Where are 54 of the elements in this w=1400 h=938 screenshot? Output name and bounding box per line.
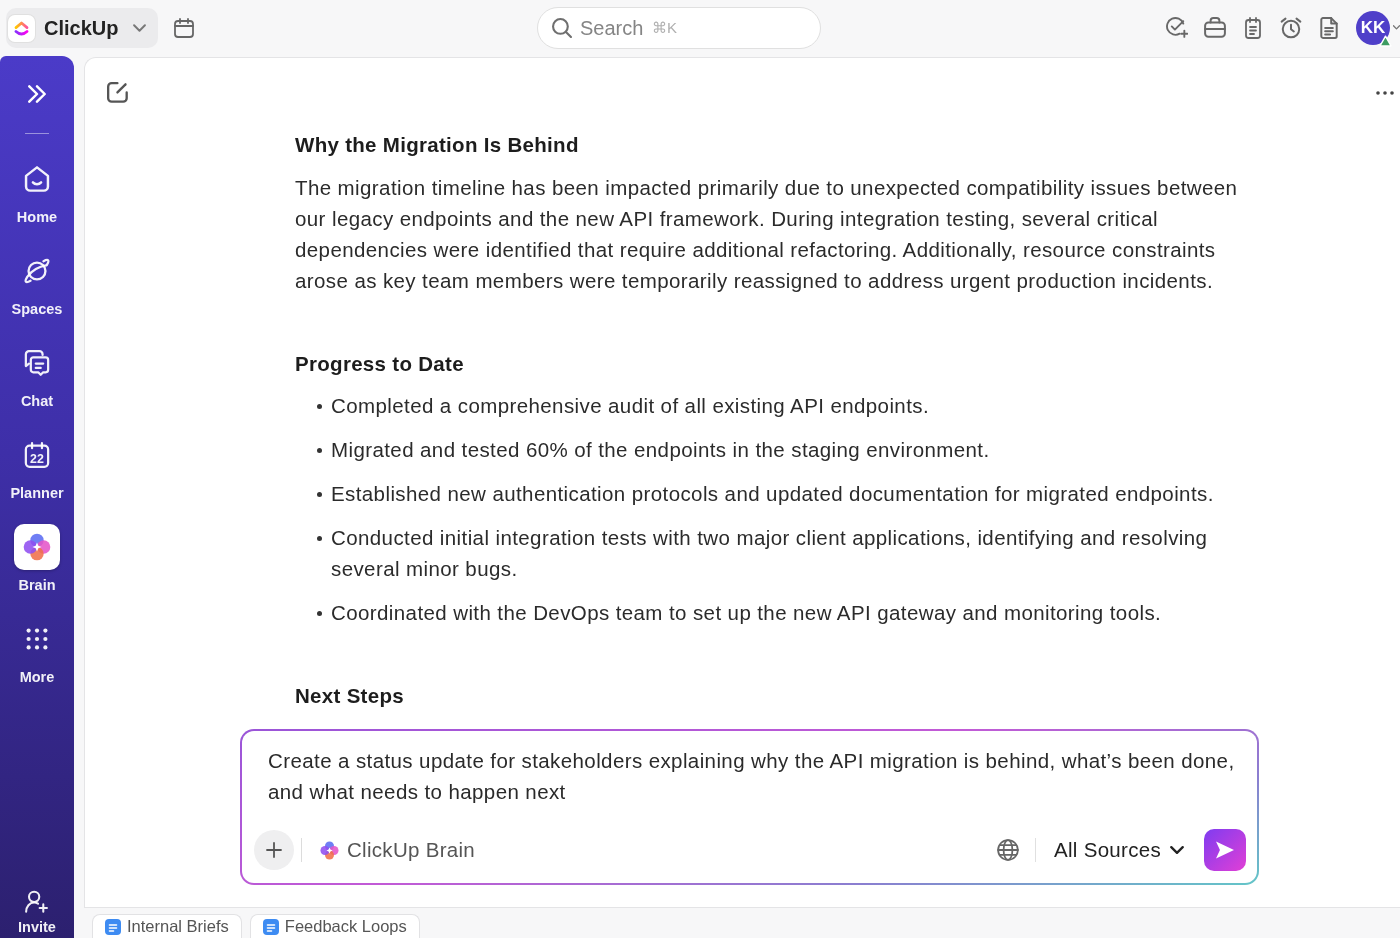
- list-item: Conducted initial integration tests with two major client applications, identifying and resolving several minor bugs.: [331, 525, 1209, 582]
- chevron-down-icon: [1170, 846, 1184, 854]
- section-heading: Why the Migration Is Behind: [295, 132, 580, 158]
- plus-icon: [266, 842, 282, 858]
- sources-dropdown[interactable]: All Sources: [1054, 834, 1184, 866]
- calendar-icon: 22: [24, 442, 50, 468]
- check-plus-icon[interactable]: [1166, 17, 1188, 39]
- doc-tab[interactable]: Internal Briefs: [92, 914, 242, 938]
- sidebar-item[interactable]: Brain: [0, 524, 74, 594]
- double-chevron-icon[interactable]: [27, 85, 47, 103]
- globe-icon[interactable]: [997, 839, 1019, 861]
- chevron-down-icon: [133, 24, 147, 32]
- add-person-icon: [25, 889, 49, 915]
- bullet-icon: [317, 536, 322, 541]
- doc-tab[interactable]: Feedback Loops: [249, 914, 420, 938]
- user-avatar[interactable]: KK: [1356, 11, 1390, 45]
- edit-icon[interactable]: [107, 82, 129, 104]
- section-heading: Next Steps: [295, 683, 405, 709]
- alarm-clock-icon[interactable]: [1280, 17, 1302, 39]
- invite-button[interactable]: Invite: [0, 889, 74, 938]
- app-logo-icon: [8, 14, 35, 42]
- bullet-icon: [317, 448, 322, 453]
- add-button[interactable]: [254, 830, 294, 870]
- list-item: Coordinated with the DevOps team to set up the new API gateway and monitoring tools.: [331, 600, 1162, 626]
- sidebar-item[interactable]: Chat: [0, 340, 74, 410]
- send-icon: [1215, 841, 1235, 859]
- search-field[interactable]: Search: [580, 13, 648, 43]
- chevron-down-icon[interactable]: [1393, 25, 1400, 31]
- list-item: Migrated and tested 60% of the endpoints in the staging environment.: [331, 437, 990, 463]
- paragraph: The migration timeline has been impacted primarily due to unexpected compatibility issues between our legacy endpoints and the new API framework. During integration testing, several critical dependencies were identified that require additional refactoring. Additionally, resource constraints arose as key team members were temporarily reassigned to address urgent production incidents.: [295, 175, 1239, 294]
- briefcase-icon[interactable]: [1204, 17, 1226, 39]
- bullet-icon: [317, 404, 322, 409]
- section-heading: Progress to Date: [295, 351, 465, 377]
- prompt-input[interactable]: Create a status update for stakeholders explaining why the API migration is behind, what’s been done, and what needs to happen next: [254, 745, 1246, 807]
- flower-logo-icon: [320, 840, 339, 860]
- document-icon: [105, 918, 121, 935]
- notepad-icon[interactable]: [1242, 17, 1264, 39]
- send-button[interactable]: [1204, 829, 1246, 871]
- document-icon[interactable]: [1318, 17, 1340, 39]
- list-item: Established new authentication protocols and updated documentation for migrated endpoints.: [331, 481, 1214, 507]
- sidebar-item[interactable]: 22 Planner: [0, 432, 74, 502]
- model-selector[interactable]: ClickUp Brain: [320, 834, 476, 866]
- more-options-icon[interactable]: [1376, 91, 1394, 95]
- sidebar-item[interactable]: More: [0, 616, 74, 686]
- calendar-icon[interactable]: [174, 18, 195, 38]
- search-icon: [552, 18, 572, 38]
- workspace-switcher[interactable]: ClickUp: [6, 8, 159, 48]
- keyboard-shortcut: ⌘K: [652, 17, 677, 38]
- sidebar-item[interactable]: Spaces: [0, 248, 74, 318]
- sidebar-item[interactable]: Home: [0, 156, 74, 226]
- list-item: Completed a comprehensive audit of all existing API endpoints.: [331, 393, 929, 419]
- bullet-icon: [317, 611, 322, 616]
- document-icon: [262, 918, 279, 935]
- bullet-icon: [317, 492, 322, 497]
